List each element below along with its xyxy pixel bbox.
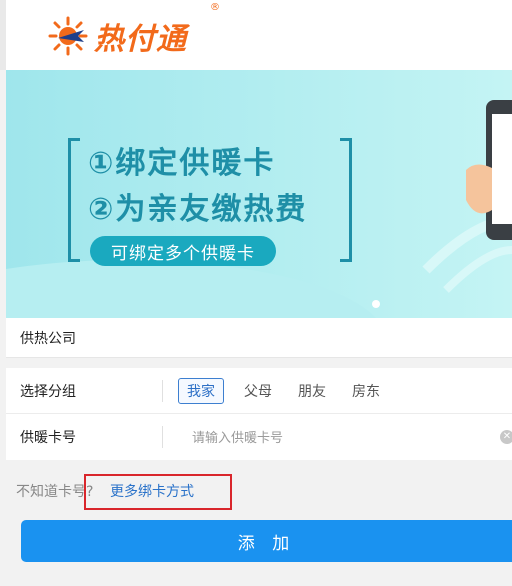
divider [162,380,163,402]
group-option-landlord[interactable]: 房东 [346,378,386,404]
group-label: 选择分组 [20,383,76,400]
heating-company-row[interactable]: 供热公司 [6,318,512,358]
banner-pill: 可绑定多个供暖卡 [90,236,276,266]
add-button[interactable]: 添 加 [21,520,512,562]
carousel-dot[interactable] [372,300,380,308]
brand-name: 热付通 [94,22,187,57]
group-option-parents[interactable]: 父母 [238,378,278,404]
card-number-label: 供暖卡号 [20,430,76,446]
promo-banner[interactable]: ①绑定供暖卡 ②为亲友缴热费 可绑定多个供暖卡 [6,70,512,318]
highlight-annotation-box [84,474,232,510]
banner-line-1: ①绑定供暖卡 [88,146,276,181]
registered-mark: ® [210,2,220,13]
sun-plane-logo-icon [48,16,88,56]
group-option-friends[interactable]: 朋友 [292,378,332,404]
banner-line-2: ②为亲友缴热费 [88,192,308,227]
card-number-row: 供暖卡号 ✕ [6,414,512,460]
brand-logo: 热付通 [48,14,187,58]
top-bar: 热付通 ® [0,0,512,70]
group-select-row: 选择分组 我家 父母 朋友 房东 [6,368,512,414]
banner-bracket-right [340,138,352,262]
card-number-input[interactable] [192,428,482,448]
group-option-home[interactable]: 我家 [178,378,224,404]
clear-circle-icon[interactable]: ✕ [500,430,512,444]
divider [162,426,163,448]
unknown-card-hint: 不知道卡号? [16,484,94,500]
heating-company-label: 供热公司 [20,330,76,347]
banner-bracket-left [68,138,80,262]
